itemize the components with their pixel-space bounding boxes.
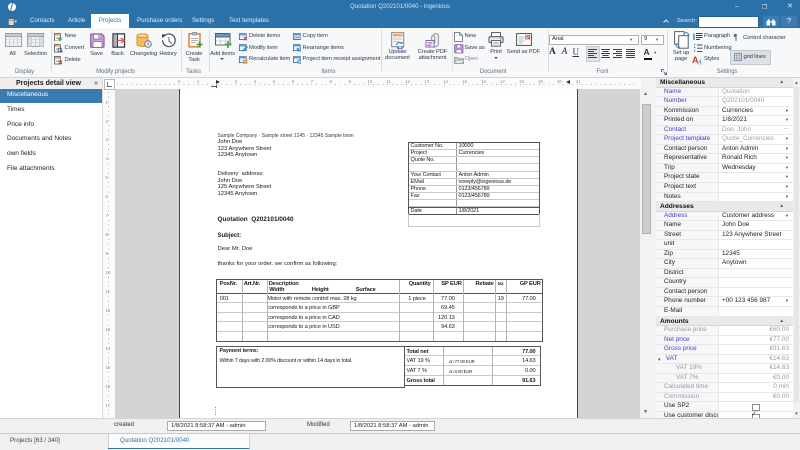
svg-text:A: A: [697, 58, 703, 65]
